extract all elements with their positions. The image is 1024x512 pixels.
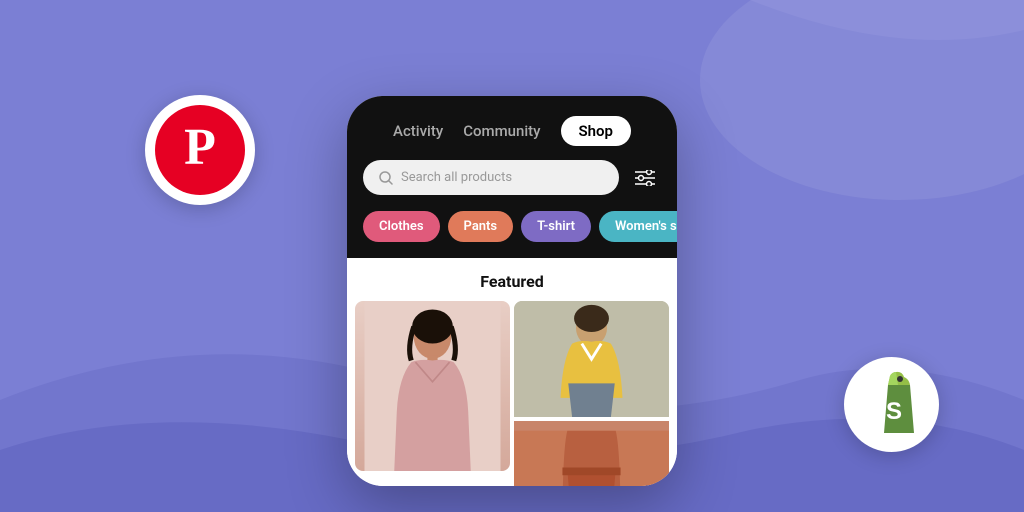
phone-wrapper: Activity Community Shop Search all produ… [342,46,682,466]
search-icon [379,171,393,185]
search-area: Search all products [347,160,677,211]
featured-title: Featured [347,258,677,301]
tag-tshirt[interactable]: T-shirt [521,211,591,242]
product-card-left[interactable] [355,301,510,471]
phone-header: Activity Community Shop [347,96,677,160]
nav-community[interactable]: Community [463,122,540,140]
shopify-inner: S [854,367,929,442]
product-image-pink-top [355,301,510,471]
scene: P Activity Community Shop [0,0,1024,512]
shopify-logo: S [844,357,939,452]
product-grid [347,301,677,486]
search-placeholder: Search all products [401,170,512,185]
product-card-right [514,301,669,486]
search-row: Search all products [363,160,661,195]
search-bar[interactable]: Search all products [363,160,619,195]
nav-activity[interactable]: Activity [393,122,443,140]
phone-nav: Activity Community Shop [363,116,661,160]
svg-text:S: S [885,398,901,425]
tag-clothes[interactable]: Clothes [363,211,440,242]
nav-shop[interactable]: Shop [561,116,631,146]
filter-icon[interactable] [629,162,661,194]
pinterest-p-letter: P [184,122,216,174]
product-card-right-top[interactable] [514,301,669,417]
pinterest-logo: P [145,95,255,205]
tag-shorts[interactable]: Women's shorts [599,211,677,242]
shopify-bag-icon: S [862,371,922,439]
featured-section: Featured [347,258,677,486]
product-image-rust-pants [514,421,669,486]
tag-pants[interactable]: Pants [448,211,514,242]
phone-mockup: Activity Community Shop Search all produ… [347,96,677,486]
tags-area: Clothes Pants T-shirt Women's shorts [347,211,677,258]
product-image-yellow-jacket [514,301,669,417]
pinterest-inner: P [155,105,245,195]
product-card-right-bottom[interactable] [514,421,669,486]
